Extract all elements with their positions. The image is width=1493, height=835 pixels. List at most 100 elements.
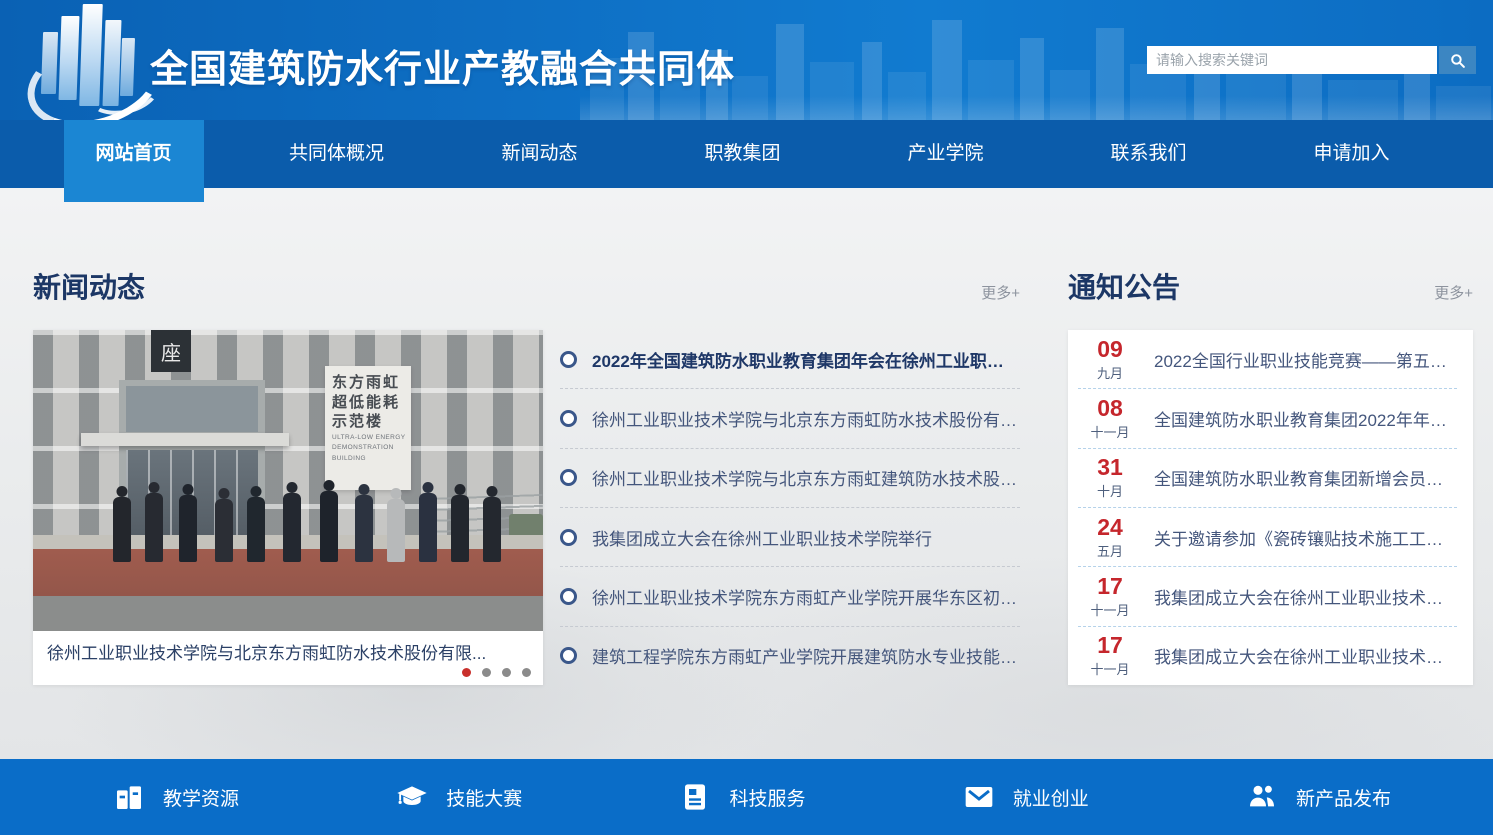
notice-date: 17十一月	[1078, 633, 1142, 678]
carousel-dot[interactable]	[502, 668, 511, 677]
quick-links-footer: 教学资源 技能大赛 科技服务 就业创业 新产品发布	[0, 759, 1493, 835]
person-silhouette	[283, 482, 301, 562]
bullet-circle-icon	[560, 647, 577, 664]
notice-day: 17	[1078, 633, 1142, 658]
person-silhouette	[113, 486, 131, 562]
nav-item-0[interactable]: 网站首页	[32, 120, 235, 188]
footer-link-2[interactable]: 科技服务	[678, 780, 805, 814]
nav-item-label: 网站首页	[95, 143, 171, 164]
person-silhouette	[320, 480, 338, 562]
carousel-caption: 徐州工业职业技术学院与北京东方雨虹防水技术股份有限...	[33, 631, 543, 685]
notice-day: 17	[1078, 574, 1142, 599]
notice-title: 关于邀请参加《瓷砖镶贴技术施工工艺...	[1154, 525, 1457, 550]
main-content: 新闻动态 更多+ 座 东方雨虹超低能耗示范楼ULTRA-LOW ENERGYDE…	[0, 188, 1493, 759]
person-silhouette	[451, 484, 469, 562]
carousel-caption-link[interactable]: 徐州工业职业技术学院与北京东方雨虹防水技术股份有限...	[47, 639, 529, 664]
nav-item-label: 共同体概况	[289, 143, 384, 164]
bullet-circle-icon	[560, 469, 577, 486]
notice-title: 我集团成立大会在徐州工业职业技术学...	[1154, 584, 1457, 609]
envelope-icon	[962, 780, 996, 814]
footer-link-label: 就业创业	[1013, 784, 1089, 811]
footer-link-1[interactable]: 技能大赛	[395, 780, 522, 814]
page-title: 全国建筑防水行业产教融合共同体	[150, 38, 735, 93]
notice-month: 五月	[1078, 541, 1142, 560]
nav-item-label: 职教集团	[704, 143, 780, 164]
carousel-dot[interactable]	[462, 668, 471, 677]
notice-day: 31	[1078, 455, 1142, 480]
news-list: 2022年全国建筑防水职业教育集团年会在徐州工业职业技... 徐州工业职业技术学院…	[560, 330, 1020, 685]
footer-link-3[interactable]: 就业创业	[962, 780, 1089, 814]
news-more-link[interactable]: 更多+	[981, 282, 1020, 306]
person-silhouette	[247, 486, 265, 562]
news-list-item[interactable]: 徐州工业职业技术学院与北京东方雨虹建筑防水技术股份...	[560, 449, 1020, 508]
news-list-item[interactable]: 徐州工业职业技术学院东方雨虹产业学院开展华东区初级...	[560, 567, 1020, 626]
nav-item-3[interactable]: 职教集团	[641, 120, 844, 188]
group-photo-people	[33, 330, 543, 631]
nav-item-label: 新闻动态	[501, 143, 577, 164]
nav-item-label: 产业学院	[907, 143, 983, 164]
notice-date: 08十一月	[1078, 396, 1142, 441]
notice-month: 十月	[1078, 481, 1142, 500]
notice-list: 09九月 2022全国行业职业技能竞赛——第五届... 08十一月全国建筑防水职业教…	[1068, 330, 1473, 685]
person-silhouette	[355, 484, 373, 562]
notice-row[interactable]: 08十一月全国建筑防水职业教育集团2022年年会...	[1078, 389, 1457, 448]
search-input[interactable]	[1147, 46, 1437, 74]
news-list-item[interactable]: 我集团成立大会在徐州工业职业技术学院举行	[560, 508, 1020, 567]
footer-link-label: 教学资源	[163, 784, 239, 811]
footer-link-4[interactable]: 新产品发布	[1245, 780, 1391, 814]
footer-link-label: 科技服务	[729, 784, 805, 811]
graduation-cap-icon	[395, 780, 429, 814]
news-item-title: 2022年全国建筑防水职业教育集团年会在徐州工业职业技...	[592, 347, 1020, 372]
notice-row[interactable]: 24五月关于邀请参加《瓷砖镶贴技术施工工艺...	[1078, 508, 1457, 567]
person-silhouette	[483, 486, 501, 562]
nav-item-6[interactable]: 申请加入	[1250, 120, 1453, 188]
search-icon	[1449, 52, 1466, 69]
news-item-title: 建筑工程学院东方雨虹产业学院开展建筑防水专业技能培训	[592, 643, 1020, 668]
notice-date: 24五月	[1078, 515, 1142, 560]
carousel-slide-photo[interactable]: 座 东方雨虹超低能耗示范楼ULTRA-LOW ENERGYDEMONSTRATI…	[33, 330, 543, 631]
notices-more-link[interactable]: 更多+	[1434, 282, 1473, 306]
news-list-item[interactable]: 建筑工程学院东方雨虹产业学院开展建筑防水专业技能培训	[560, 627, 1020, 685]
notice-title: 2022全国行业职业技能竞赛——第五届...	[1154, 347, 1457, 372]
person-silhouette	[419, 482, 437, 562]
nav-item-5[interactable]: 联系我们	[1047, 120, 1250, 188]
nav-item-4[interactable]: 产业学院	[844, 120, 1047, 188]
bullet-circle-icon	[560, 410, 577, 427]
notice-day: 24	[1078, 515, 1142, 540]
notice-row[interactable]: 31十月全国建筑防水职业教育集团新增会员单...	[1078, 449, 1457, 508]
notice-row[interactable]: 17十一月我集团成立大会在徐州工业职业技术学...	[1078, 627, 1457, 685]
news-list-item[interactable]: 徐州工业职业技术学院与北京东方雨虹防水技术股份有限...	[560, 389, 1020, 448]
person-silhouette	[215, 488, 233, 562]
notice-title: 我集团成立大会在徐州工业职业技术学...	[1154, 643, 1457, 668]
bullet-circle-icon	[560, 529, 577, 546]
notice-date: 09九月	[1078, 337, 1142, 382]
site-header: 全国建筑防水行业产教融合共同体	[0, 0, 1493, 120]
footer-link-label: 新产品发布	[1296, 784, 1391, 811]
carousel-dots	[462, 668, 531, 677]
news-section-title: 新闻动态	[33, 266, 145, 306]
nav-item-2[interactable]: 新闻动态	[438, 120, 641, 188]
nav-item-1[interactable]: 共同体概况	[235, 120, 438, 188]
news-list-item[interactable]: 2022年全国建筑防水职业教育集团年会在徐州工业职业技...	[560, 330, 1020, 389]
notice-day: 09	[1078, 337, 1142, 362]
site-logo[interactable]	[34, 2, 146, 116]
nav-item-label: 申请加入	[1313, 143, 1389, 164]
person-silhouette	[145, 482, 163, 562]
document-icon	[678, 780, 712, 814]
carousel-dot[interactable]	[482, 668, 491, 677]
notice-month: 十一月	[1078, 600, 1142, 619]
search-button[interactable]	[1439, 46, 1476, 74]
footer-link-0[interactable]: 教学资源	[112, 780, 239, 814]
news-item-title: 徐州工业职业技术学院东方雨虹产业学院开展华东区初级...	[592, 584, 1020, 609]
carousel-dot[interactable]	[522, 668, 531, 677]
news-item-title: 我集团成立大会在徐州工业职业技术学院举行	[592, 525, 932, 550]
person-silhouette	[387, 488, 405, 562]
bullet-circle-icon	[560, 588, 577, 605]
notice-month: 十一月	[1078, 659, 1142, 678]
notice-row[interactable]: 17十一月我集团成立大会在徐州工业职业技术学...	[1078, 567, 1457, 626]
notice-month: 十一月	[1078, 422, 1142, 441]
books-icon	[112, 780, 146, 814]
person-silhouette	[179, 484, 197, 562]
notice-row[interactable]: 09九月 2022全国行业职业技能竞赛——第五届...	[1078, 330, 1457, 389]
notices-section: 通知公告 更多+ 09九月2022全国行业职业技能竞赛——第五届...08十一月…	[1068, 260, 1473, 685]
